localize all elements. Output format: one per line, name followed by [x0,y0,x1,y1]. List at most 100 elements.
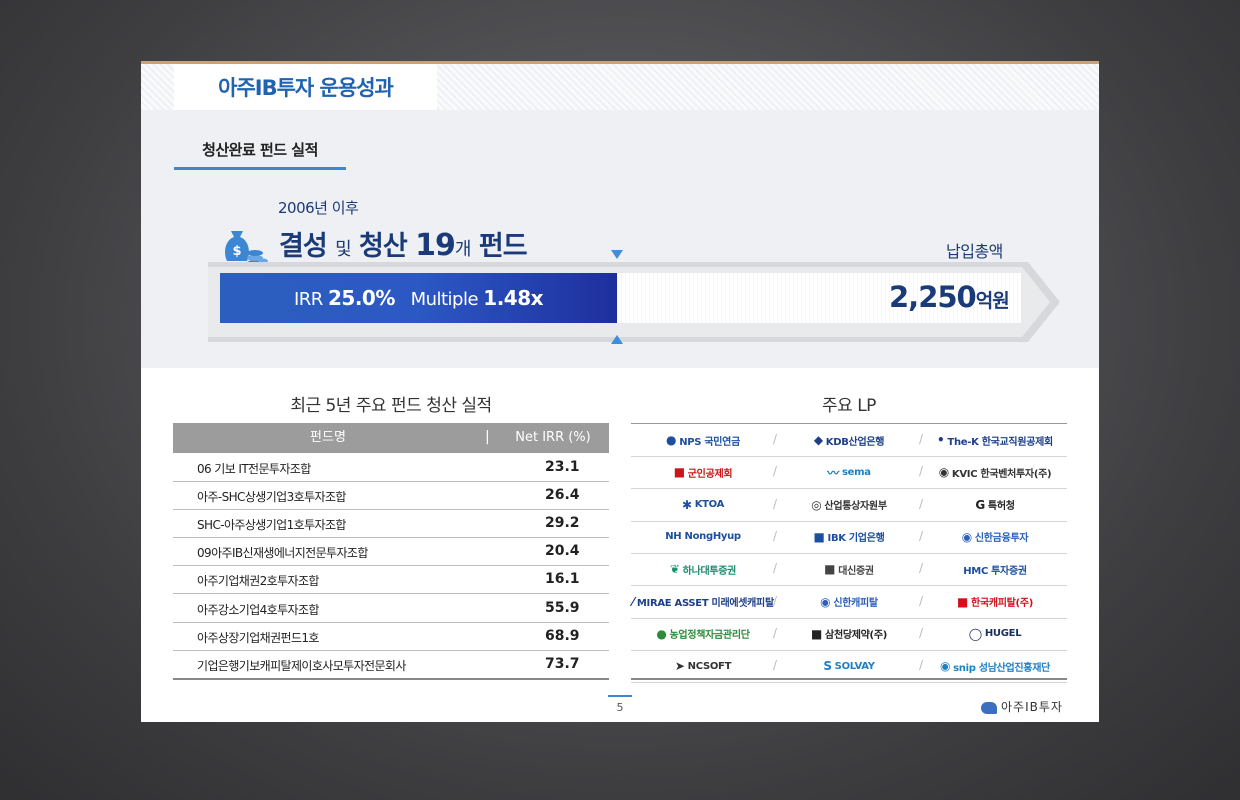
lp-row: ● 농업정책자금관리단 / ■ 삼천당제약(주) / ◯ HUGEL [631,618,1067,651]
lp-logo: ◉ 신한금융투자 [925,521,1065,553]
lp-logo: ◎ 산업통상자원부 [779,489,919,521]
column-net-irr: Net IRR (%) [515,430,591,445]
square-icon: ■ [957,594,969,609]
lp-name: 하나대투증권 [682,565,737,577]
lp-name: NCSOFT [687,660,732,672]
amount-value: 2,250 [889,280,977,314]
table-row: 아주강소기업4호투자조합 55.9 [173,594,609,623]
lp-logo: ■ IBK 기업은행 [779,521,919,553]
irr-label: IRR [293,289,328,310]
lp-name: 한국캐피탈(주) [971,598,1033,609]
irr-band: IRR 25.0% Multiple 1.48x [220,273,617,323]
lp-divider: / [919,432,924,446]
lp-name: 군인공제회 [687,468,733,480]
marker-up-icon [611,335,623,344]
brand-mark-icon [981,701,997,714]
lp-divider: / [919,561,924,576]
paid-total-label: 납입총액 [946,242,1003,261]
marker-down-icon [611,250,623,259]
headline-part: 펀드 [470,231,528,262]
square-icon: ■ [813,529,825,544]
lp-logo: ◯ HUGEL [925,618,1065,650]
fund-name: 아주강소기업4호투자조합 [197,602,319,617]
headline-part: 결성 [279,231,336,262]
headline-part: 및 [335,239,352,260]
irr-value: 25.0% [328,286,395,310]
multiple-value: 1.48x [483,286,544,310]
lp-divider: / [919,593,924,608]
lp-bottom-rule [631,678,1067,680]
lp-name: 농업정책자금관리단 [669,630,750,642]
oval-icon: ◉ [938,465,949,480]
lp-logo: ◆ KDB산업은행 [779,424,919,456]
lp-logo: G 특허청 [925,489,1065,521]
lp-name: snip 성남산업진흥재단 [953,662,1050,674]
lp-name: MIRAE ASSET 미래에셋캐피탈 [636,598,774,609]
table-row: 아주상장기업채권펀드1호 68.9 [173,622,609,651]
fund-irr: 68.9 [545,627,580,644]
fund-irr: 20.4 [545,543,580,560]
lp-logo: ■ 대신증권 [779,553,919,585]
fund-irr: 29.2 [545,515,580,532]
lp-logo: ◉ KVIC 한국벤처투자(주) [925,456,1065,488]
lp-logo: ■ 한국캐피탈(주) [925,586,1065,618]
table-row: 09아주IB신재생에너지전문투자조합 20.4 [173,537,609,567]
lp-divider: / [773,561,778,576]
fund-irr: 23.1 [545,459,580,475]
star-icon: ✱ [681,497,692,512]
lp-name: IBK 기업은행 [827,533,885,545]
table-row: 아주-SHC상생기업3호투자조합 26.4 [173,481,609,511]
since-label: 2006년 이후 [278,199,359,217]
lp-logo: ● 농업정책자금관리단 [633,618,773,650]
page-title: 아주IB투자 운용성과 [218,76,394,100]
fund-name: 기업은행기보캐피탈제이호사모투자전문회사 [197,658,406,673]
lp-name: NPS 국민연금 [679,436,740,448]
lp-divider: / [773,528,778,543]
lp-name: 신한캐피탈 [833,598,878,609]
lp-divider: / [919,464,924,479]
lp-logo: ■ 삼천당제약(주) [779,618,919,650]
check-icon: ➤ [674,659,685,674]
lp-divider: / [919,496,924,511]
headline: 결성 및 청산 19개 펀드 [279,224,528,263]
lp-row: ■ 군인공제회 / 〰 sema / ◉ KVIC 한국벤처투자(주) [631,456,1067,490]
lp-logo: • The-K 한국교직원공제회 [925,424,1065,456]
table-bottom-rule [173,678,609,680]
wave-icon: 〰 [827,465,839,480]
fund-name: 아주기업채권2호투자조합 [197,574,319,589]
diamond-icon: ◆ [813,433,823,447]
g-mark-icon: G [975,497,985,512]
circle-icon: ● [656,626,667,641]
irr-text: IRR 25.0% Multiple 1.48x [293,286,544,310]
lp-row: ⁄ MIRAE ASSET 미래에셋캐피탈 / ◉ 신한캐피탈 / ■ 한국캐피탈(주) [631,586,1067,619]
lp-divider: / [919,658,924,673]
table-row: 기업은행기보캐피탈제이호사모투자전문회사 73.7 [173,650,609,679]
page-number: 5 [608,695,632,714]
lp-name: HUGEL [984,628,1022,640]
section-title: 청산완료 펀드 실적 [202,141,318,159]
lp-name: 특허청 [987,501,1015,513]
lp-name: 삼천당제약(주) [825,630,887,642]
section-tab: 청산완료 펀드 실적 [174,132,346,170]
svg-text:$: $ [232,244,241,259]
square-icon: ■ [811,626,823,641]
header-divider: | [485,429,490,445]
lp-logo: ■ 군인공제회 [633,456,773,488]
fund-name: 06 기보 IT전문투자조합 [197,462,311,476]
lp-title: 주요 LP [822,396,876,416]
lp-divider: / [919,625,924,640]
fund-irr: 73.7 [545,655,580,672]
lp-logo: HMC 투자증권 [925,553,1065,585]
circle-icon: ◉ [820,594,831,609]
lp-divider: / [773,496,778,511]
leaf-icon: ❦ [669,562,680,577]
lp-divider: / [773,593,778,608]
amount-unit: 억원 [975,290,1010,312]
lp-row: ❦ 하나대투증권 / ■ 대신증권 / HMC 투자증권 [631,553,1067,587]
lp-logo: ● NPS 국민연금 [633,424,773,456]
recent-funds-title: 최근 5년 주요 펀드 청산 실적 [290,396,492,416]
headline-part: 개 [454,239,472,260]
lp-name: The-K 한국교직원공제회 [947,436,1053,448]
table-row: 06 기보 IT전문투자조합 23.1 [173,453,609,482]
lp-row: ● NPS 국민연금 / ◆ KDB산업은행 / • The-K 한국교직원공제회 [631,424,1067,457]
